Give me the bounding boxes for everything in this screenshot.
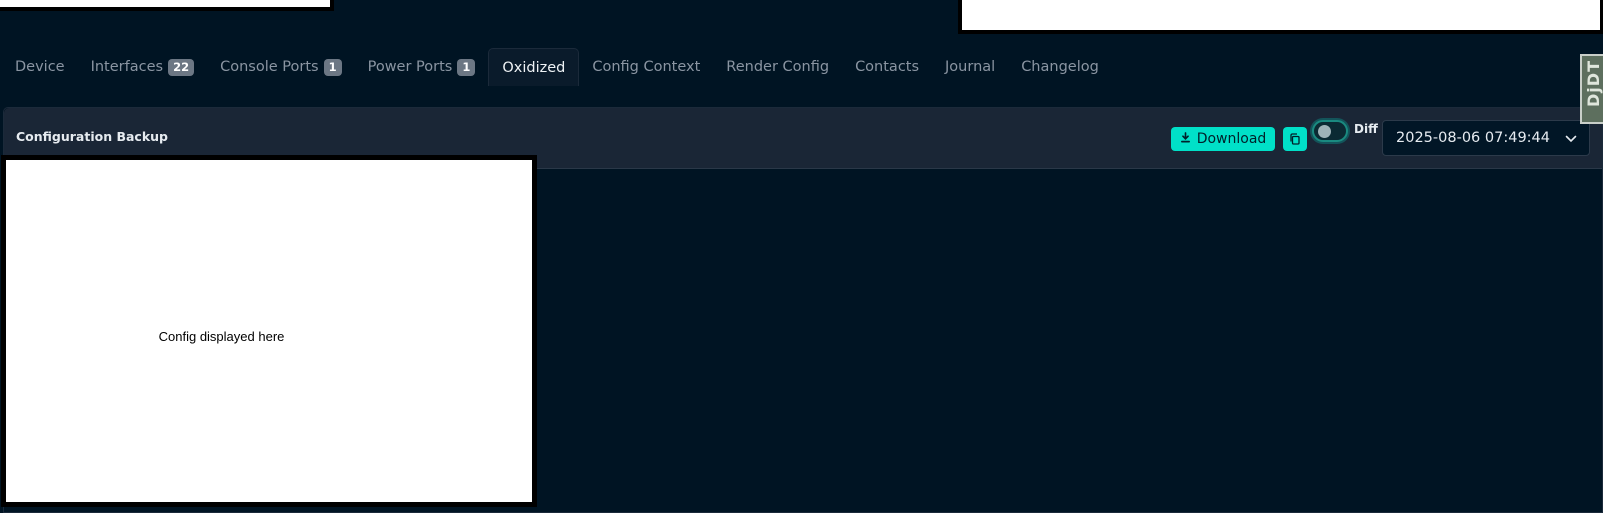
tab-console-ports[interactable]: Console Ports 1 <box>207 48 355 86</box>
selected-backup-value: 2025-08-06 07:49:44 <box>1396 130 1550 146</box>
count-badge: 1 <box>323 58 342 76</box>
tab-label: Journal <box>945 59 996 75</box>
tab-contacts[interactable]: Contacts <box>842 48 932 86</box>
config-placeholder-text: Config displayed here <box>158 328 285 344</box>
page: Device Interfaces 22 Console Ports 1 Pow… <box>0 0 1603 513</box>
tab-label: Interfaces <box>90 59 164 75</box>
device-tabs: Device Interfaces 22 Console Ports 1 Pow… <box>0 48 1112 86</box>
debug-toolbar-handle[interactable]: DjDT <box>1580 54 1603 124</box>
tab-oxidized[interactable]: Oxidized <box>488 48 580 86</box>
tab-label: Power Ports <box>367 59 453 75</box>
download-label: Download <box>1196 131 1267 147</box>
count-badge: 22 <box>168 58 195 76</box>
redacted-area-top-left <box>0 0 334 11</box>
tab-label: Config Context <box>592 59 701 75</box>
debug-toolbar-label: DjDT <box>1584 60 1603 107</box>
diff-toggle[interactable] <box>1312 120 1348 142</box>
count-badge: 1 <box>457 58 476 76</box>
copy-icon <box>1289 130 1301 149</box>
tab-label: Render Config <box>726 59 830 75</box>
backup-version-select[interactable]: 2025-08-06 07:49:44 <box>1382 120 1590 156</box>
tab-power-ports[interactable]: Power Ports 1 <box>355 48 489 86</box>
tab-journal[interactable]: Journal <box>932 48 1008 86</box>
tab-label: Device <box>15 59 65 75</box>
tab-render-config[interactable]: Render Config <box>713 48 842 86</box>
redacted-area-top-right <box>958 0 1603 34</box>
config-display-area: Config displayed here <box>1 155 537 507</box>
tab-label: Changelog <box>1021 59 1099 75</box>
tab-changelog[interactable]: Changelog <box>1008 48 1112 86</box>
card-title: Configuration Backup <box>16 129 169 144</box>
tab-config-context[interactable]: Config Context <box>579 48 713 86</box>
toggle-knob <box>1318 125 1331 138</box>
tab-label: Contacts <box>855 59 920 75</box>
download-icon <box>1180 131 1191 147</box>
copy-button[interactable] <box>1283 127 1307 151</box>
configuration-backup-card: Configuration Backup Download Diff 2025-… <box>1 107 1603 513</box>
tab-label: Console Ports <box>220 59 319 75</box>
diff-label: Diff <box>1354 122 1378 136</box>
tab-label: Oxidized <box>502 59 566 76</box>
tab-interfaces[interactable]: Interfaces 22 <box>78 48 208 86</box>
download-button[interactable]: Download <box>1171 127 1275 151</box>
tab-device[interactable]: Device <box>0 48 78 86</box>
